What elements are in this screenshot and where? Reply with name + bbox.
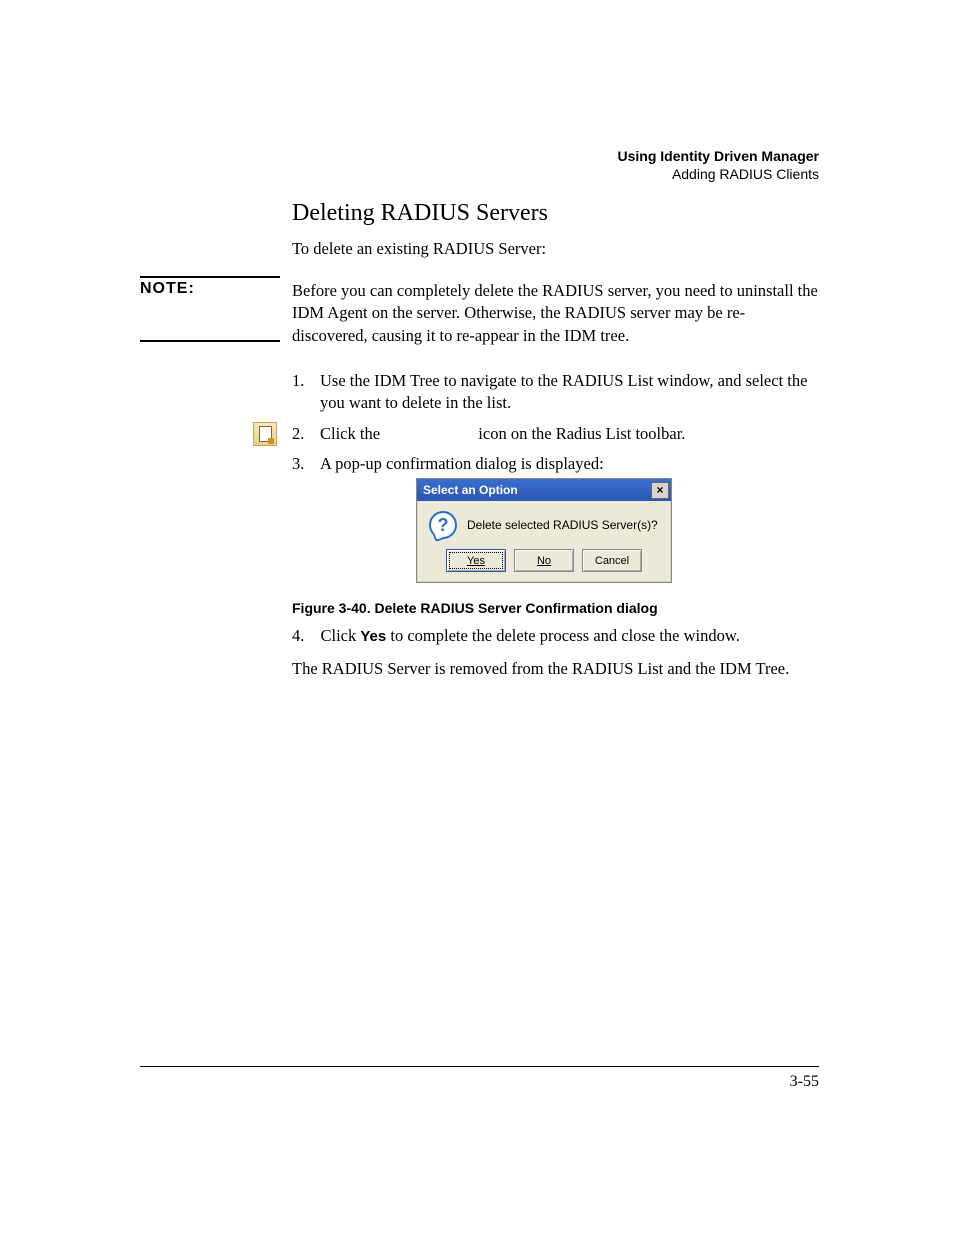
section-heading: Deleting RADIUS Servers [292,200,548,227]
note-rule-top [140,276,280,278]
dialog-button-row: Yes No Cancel [417,545,671,582]
dialog-message: Delete selected RADIUS Server(s)? [467,518,658,532]
step-3: 3. A pop-up confirmation dialog is displ… [292,453,819,475]
step-4-text-a: Click [321,626,361,645]
page-number: 3-55 [790,1073,819,1091]
figure-caption: Figure 3-40. Delete RADIUS Server Confir… [292,600,658,616]
intro-text: To delete an existing RADIUS Server: [292,239,546,259]
step-1-text: Use the IDM Tree to navigate to the RADI… [320,371,807,412]
step-4: 4. Click Yes to complete the delete proc… [292,626,819,646]
step-2-number: 2. [292,423,304,445]
step-1: 1. Use the IDM Tree to navigate to the R… [292,370,819,415]
dialog-titlebar: Select an Option × [417,479,671,501]
step-3-number: 3. [292,453,304,475]
confirmation-dialog: Select an Option × ? Delete selected RAD… [416,478,672,583]
note-label: NOTE: [140,280,292,298]
running-header: Using Identity Driven Manager Adding RAD… [618,148,819,183]
page: Using Identity Driven Manager Adding RAD… [0,0,954,1235]
yes-button[interactable]: Yes [446,549,506,572]
cancel-button[interactable]: Cancel [582,549,642,572]
question-icon: ? [429,511,457,539]
step-3-text: A pop-up confirmation dialog is displaye… [320,454,604,473]
note-text: Before you can completely delete the RAD… [292,280,819,347]
header-section: Adding RADIUS Clients [618,166,819,184]
step-4-text-b: to complete the delete process and close… [386,626,740,645]
dialog-title: Select an Option [423,483,518,497]
ordered-steps: 1. Use the IDM Tree to navigate to the R… [292,370,819,483]
header-chapter: Using Identity Driven Manager [618,148,819,166]
step-4-bold: Yes [360,628,386,645]
note-rule-bottom [140,340,280,342]
delete-toolbar-icon [253,422,277,446]
footer-rule [140,1066,819,1067]
no-button[interactable]: No [514,549,574,572]
step-1-number: 1. [292,370,304,392]
dialog-body: ? Delete selected RADIUS Server(s)? [417,501,671,545]
step-2-text-b: icon on the Radius List toolbar. [478,424,685,443]
step-2: 2. Click the icon on the Radius List too… [292,423,819,445]
close-icon[interactable]: × [651,482,669,499]
note-block: NOTE: Before you can completely delete t… [140,280,819,347]
closing-text: The RADIUS Server is removed from the RA… [292,659,819,679]
step-4-number: 4. [292,626,304,645]
step-2-text-a: Click the [320,424,384,443]
